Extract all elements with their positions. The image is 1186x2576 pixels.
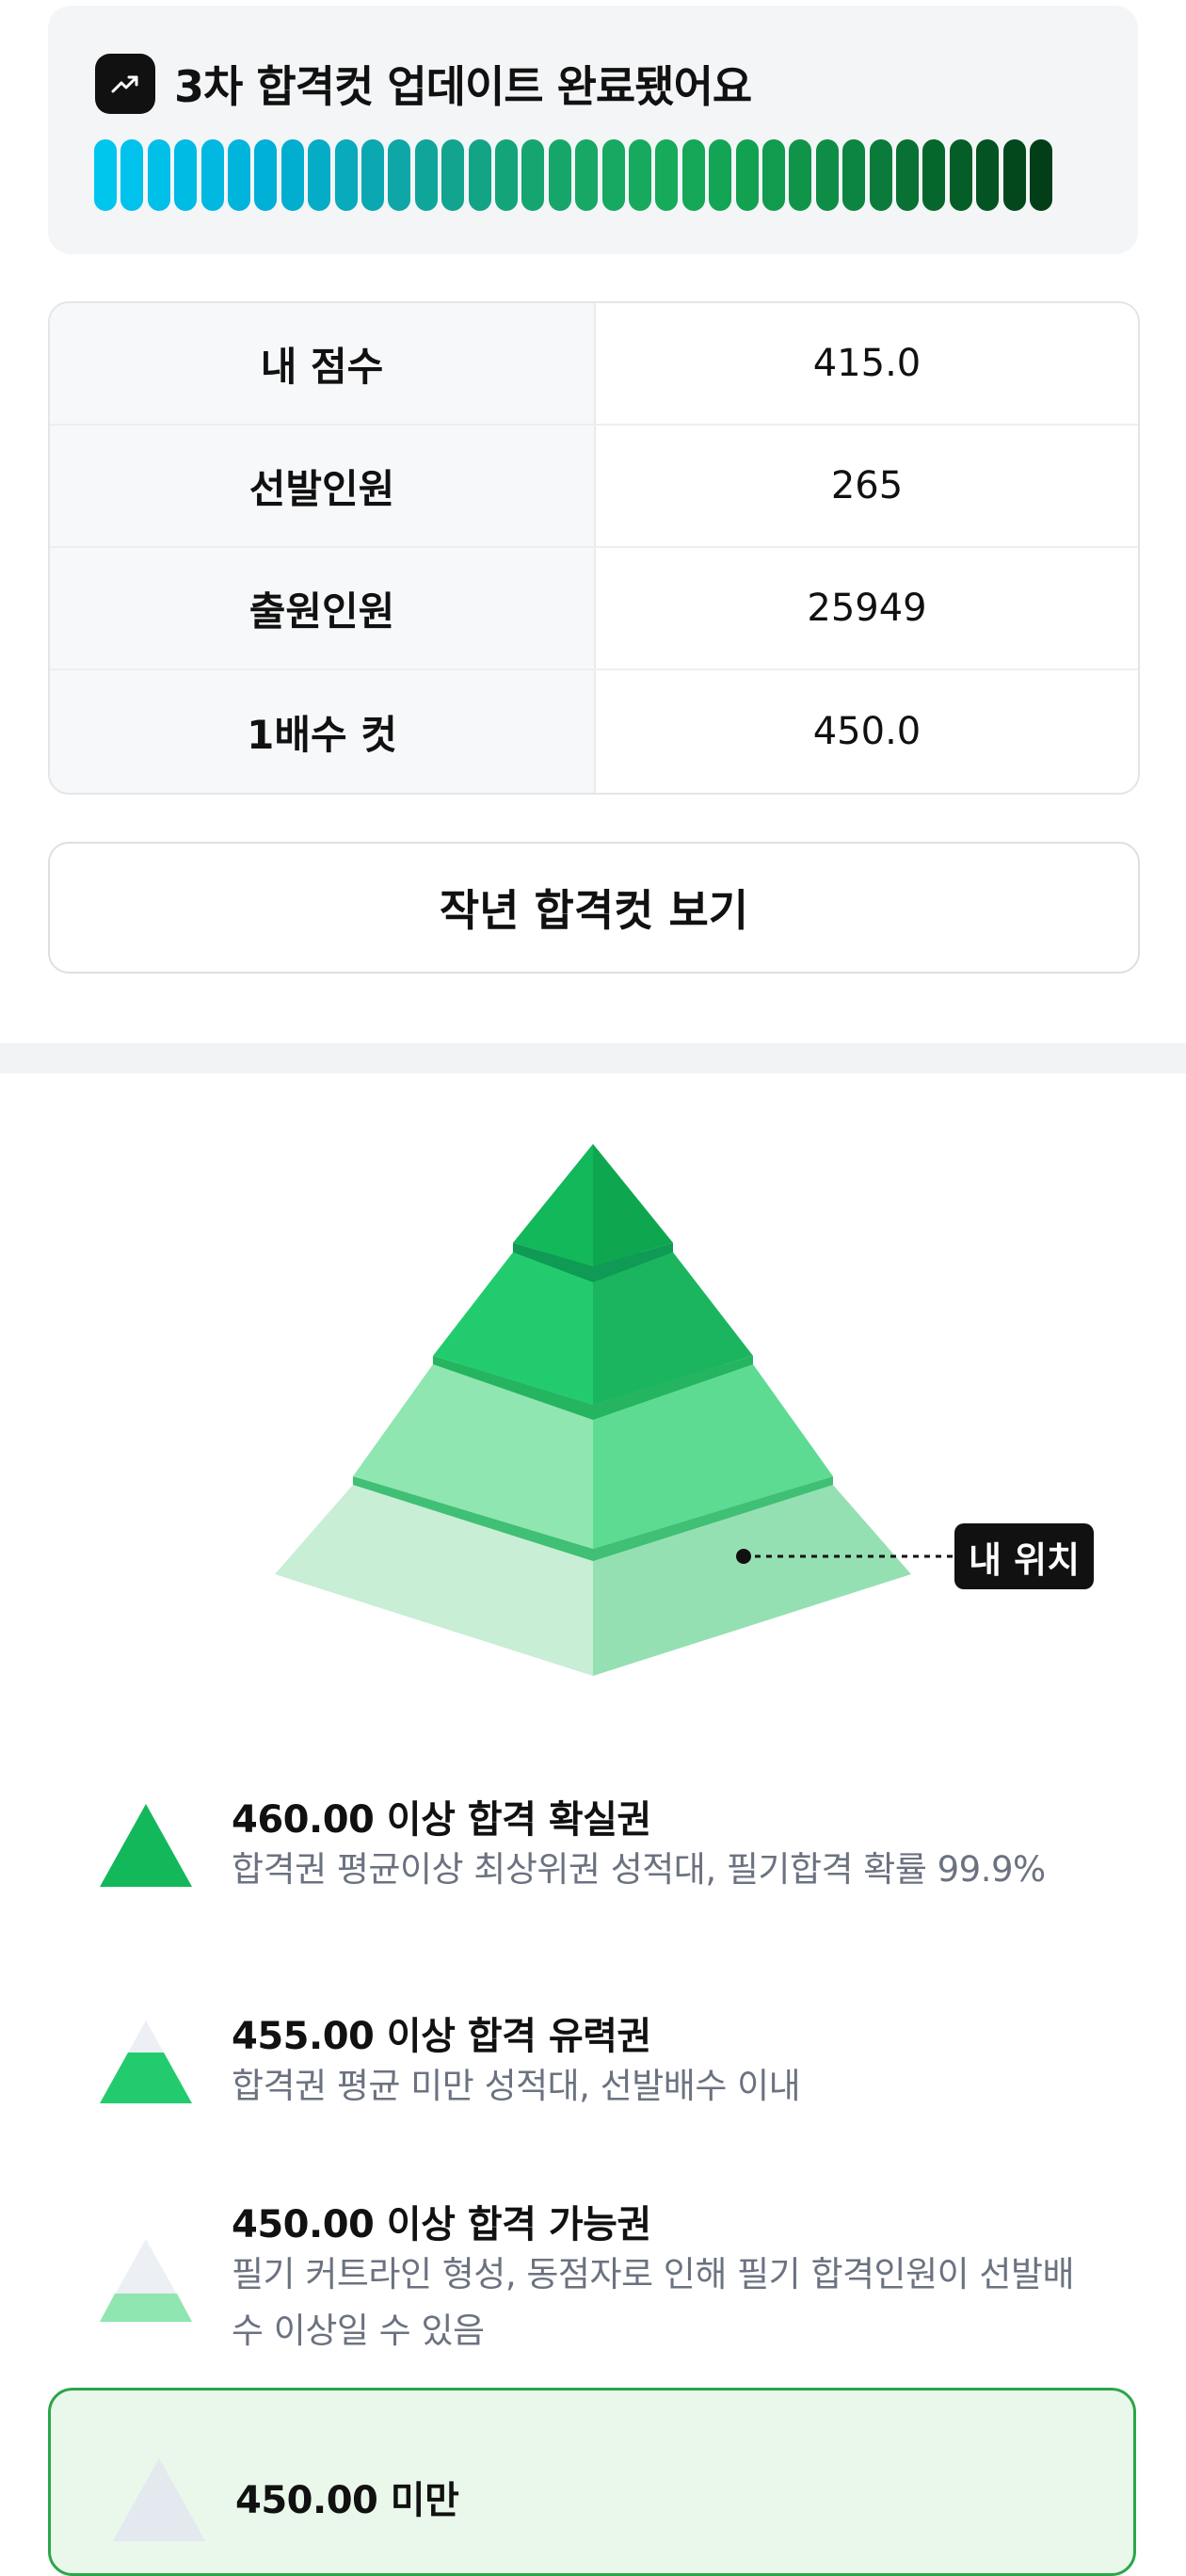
triangle-tier-1-icon — [100, 1804, 192, 1887]
progress-segment — [575, 139, 599, 211]
score-table: 내 점수 415.0 선발인원 265 출원인원 25949 1배수 컷 450… — [48, 301, 1140, 795]
selection-count-label: 선발인원 — [50, 426, 596, 546]
cutoff-value: 450.0 — [812, 710, 922, 753]
legend-item: 455.00 이상 합격 유력권 합격권 평균 미만 성적대, 선발배수 이내 — [0, 1996, 1186, 2147]
triangle-tier-4-icon — [113, 2458, 205, 2541]
progress-segment — [361, 139, 384, 211]
progress-segment — [120, 139, 144, 211]
progress-segment — [495, 139, 518, 211]
triangle-tier-3-icon — [100, 2239, 192, 2322]
progress-segment — [655, 139, 679, 211]
progress-segment — [869, 139, 892, 211]
applicant-count-label: 출원인원 — [50, 548, 596, 668]
progress-segment — [521, 139, 545, 211]
progress-segment — [762, 139, 785, 211]
progress-segment — [789, 139, 812, 211]
legend-item: 450.00 이상 합격 가능권 필기 커트라인 형성, 동점자로 인해 필기 … — [0, 2184, 1186, 2373]
progress-segment — [414, 139, 438, 211]
progress-segment — [308, 139, 331, 211]
progress-segment — [681, 139, 705, 211]
progress-segment — [601, 139, 625, 211]
table-row: 내 점수 415.0 — [50, 303, 1138, 426]
legend-title: 450.00 미만 — [235, 2479, 459, 2522]
selection-count-value: 265 — [830, 464, 904, 507]
progress-segment — [949, 139, 972, 211]
triangle-tier-2-icon — [100, 2021, 192, 2103]
view-last-year-cutoff-button[interactable]: 작년 합격컷 보기 — [48, 842, 1140, 974]
legend-item: 460.00 이상 합격 확실권 합격권 평균이상 최상위권 성적대, 필기합격… — [0, 1779, 1186, 1930]
legend-desc: 합격권 평균 미만 성적대, 선발배수 이내 — [232, 2066, 801, 2106]
cutoff-label: 1배수 컷 — [50, 670, 596, 793]
progress-segment — [174, 139, 198, 211]
my-score-label: 내 점수 — [50, 303, 596, 424]
progress-segment — [629, 139, 651, 211]
progress-segment — [228, 139, 250, 211]
progress-segment — [548, 139, 571, 211]
legend-desc: 합격권 평균이상 최상위권 성적대, 필기합격 확률 99.9% — [232, 1849, 1046, 1890]
trending-up-icon — [95, 54, 155, 114]
progress-segment — [976, 139, 1000, 211]
progress-segment — [254, 139, 278, 211]
legend-title: 460.00 이상 합격 확실권 — [232, 1798, 651, 1842]
score-pyramid-chart — [275, 1144, 954, 1676]
my-score-value: 415.0 — [812, 342, 922, 385]
progress-segment — [896, 139, 919, 211]
progress-segment — [94, 139, 117, 211]
progress-segment — [1030, 139, 1052, 211]
table-row: 1배수 컷 450.0 — [50, 670, 1138, 793]
legend-desc: 필기 커트라인 형성, 동점자로 인해 필기 합격인원이 선발배수 이상일 수 … — [232, 2254, 1075, 2351]
my-position-tag: 내 위치 — [954, 1523, 1094, 1589]
table-row: 선발인원 265 — [50, 426, 1138, 548]
update-banner: 3차 합격컷 업데이트 완료됐어요 — [48, 6, 1138, 254]
progress-segment — [147, 139, 170, 211]
banner-header: 3차 합격컷 업데이트 완료됐어요 — [95, 53, 752, 115]
progress-segment — [815, 139, 839, 211]
progress-segment — [280, 139, 304, 211]
legend-title: 455.00 이상 합격 유력권 — [232, 2015, 651, 2058]
progress-segment — [388, 139, 411, 211]
progress-segment — [200, 139, 224, 211]
table-row: 출원인원 25949 — [50, 548, 1138, 670]
my-tier-highlight-card: 450.00 미만 — [48, 2388, 1136, 2576]
progress-segment — [441, 139, 465, 211]
banner-title: 3차 합격컷 업데이트 완료됐어요 — [174, 61, 752, 112]
section-divider — [0, 1043, 1186, 1073]
progress-segment — [334, 139, 358, 211]
progress-segment — [1002, 139, 1026, 211]
progress-segment — [842, 139, 866, 211]
progress-segment — [709, 139, 732, 211]
progress-segment — [922, 139, 946, 211]
progress-segment — [735, 139, 759, 211]
legend-title: 450.00 이상 합격 가능권 — [232, 2203, 651, 2246]
progress-segment — [468, 139, 491, 211]
applicant-count-value: 25949 — [807, 587, 927, 630]
